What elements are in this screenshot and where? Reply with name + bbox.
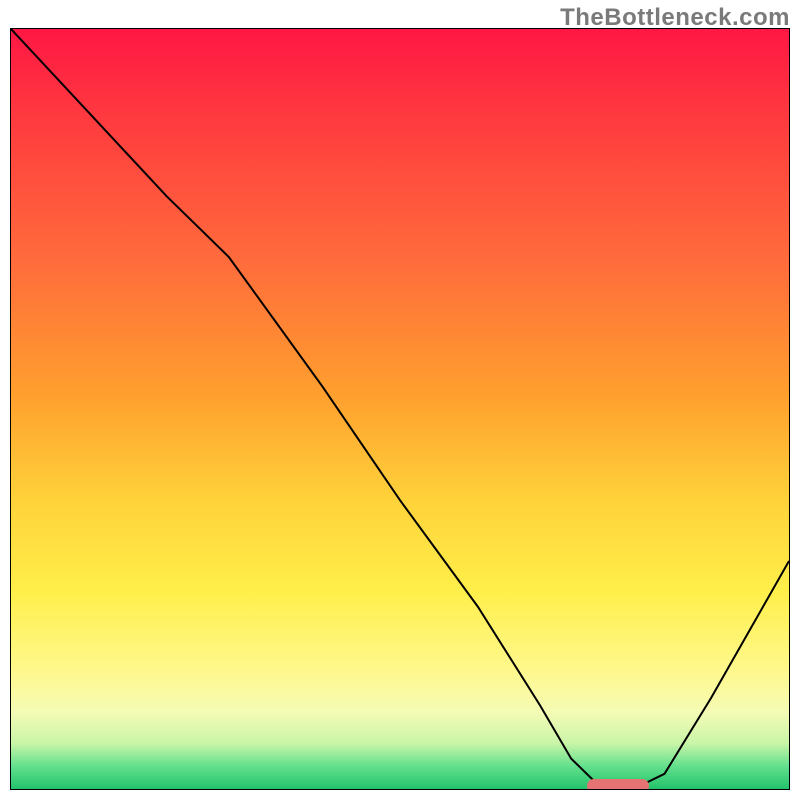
chart-container: TheBottleneck.com	[0, 0, 800, 800]
bottleneck-curve	[11, 29, 789, 789]
plot-area	[10, 28, 790, 790]
optimal-range-marker	[587, 779, 649, 790]
